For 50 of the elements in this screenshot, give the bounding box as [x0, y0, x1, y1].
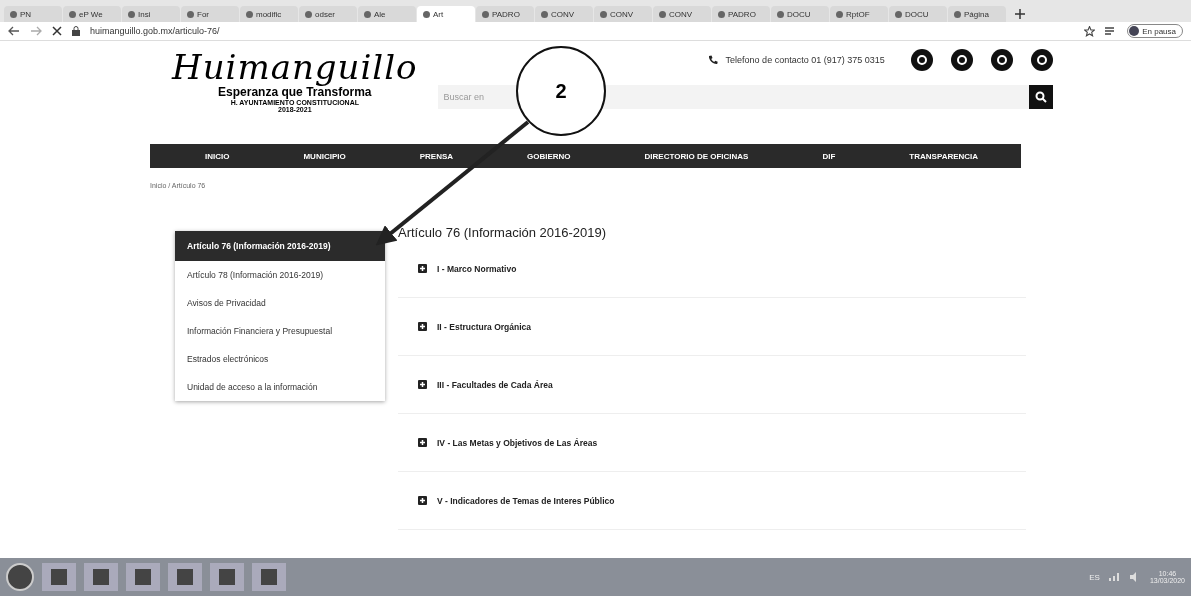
- start-button[interactable]: [6, 563, 34, 591]
- sidebar-item[interactable]: Artículo 78 (Información 2016-2019): [175, 261, 385, 289]
- new-tab-icon[interactable]: [1015, 9, 1025, 19]
- browser-tab[interactable]: RptOF: [830, 6, 888, 22]
- browser-tab[interactable]: Página: [948, 6, 1006, 22]
- browser-tab[interactable]: Ale: [358, 6, 416, 22]
- sidebar-item[interactable]: Estrados electrónicos: [175, 345, 385, 373]
- browser-tab[interactable]: PN: [4, 6, 62, 22]
- page-title: Artículo 76 (Información 2016-2019): [398, 225, 608, 240]
- browser-tab[interactable]: odser: [299, 6, 357, 22]
- sidebar-item[interactable]: Artículo 76 (Información 2016-2019): [175, 231, 385, 261]
- search-icon: [1034, 91, 1047, 103]
- browser-tab[interactable]: CONV: [653, 6, 711, 22]
- lock-icon: [72, 26, 80, 36]
- nav-link[interactable]: TRANSPARENCIA: [909, 151, 979, 161]
- back-icon[interactable]: [8, 26, 20, 36]
- sidebar-item[interactable]: Información Financiera y Presupuestal: [175, 317, 385, 345]
- accordion-item[interactable]: II - Estructura Orgánica: [398, 298, 1026, 356]
- browser-tab[interactable]: DOCU: [889, 6, 947, 22]
- nav-link[interactable]: MUNICIPIO: [303, 151, 346, 161]
- logo-slogan: Esperanza que Transforma: [218, 85, 372, 99]
- browser-tab[interactable]: CONV: [594, 6, 652, 22]
- nav-link[interactable]: PRENSA: [419, 151, 454, 161]
- browser-tab[interactable]: eP We: [63, 6, 121, 22]
- browser-tab[interactable]: For: [181, 6, 239, 22]
- phone-icon: [707, 55, 718, 65]
- browser-tab[interactable]: modific: [240, 6, 298, 22]
- nav-link[interactable]: INICIO: [205, 151, 230, 161]
- browser-tab[interactable]: Art: [417, 6, 475, 22]
- accordion-item[interactable]: I - Marco Normativo: [398, 240, 1026, 298]
- nav-link[interactable]: DIRECTORIO DE OFICINAS: [644, 151, 749, 161]
- browser-tab[interactable]: DOCU: [771, 6, 829, 22]
- search-button[interactable]: [1028, 85, 1053, 109]
- phone-text: Telefono de contacto 01 (917) 375 0315: [725, 55, 885, 65]
- nav-link[interactable]: DIF: [822, 151, 836, 161]
- address-field[interactable]: huimanguillo.gob.mx/articulo-76/: [90, 26, 220, 36]
- accordion-item[interactable]: III - Facultades de Cada Área: [398, 356, 1026, 414]
- browser-tab[interactable]: PADRO: [712, 6, 770, 22]
- browser-tab[interactable]: CONV: [535, 6, 593, 22]
- close-icon[interactable]: [52, 26, 62, 36]
- accordion-item[interactable]: V - Indicadores de Temas de Interes Público: [398, 472, 1026, 530]
- sidebar-item[interactable]: Avisos de Privacidad: [175, 289, 385, 317]
- callout-overlay: 2: [516, 46, 606, 136]
- browser-tab[interactable]: Insi: [122, 6, 180, 22]
- star-icon[interactable]: [1084, 25, 1096, 37]
- logo-script: Huimanguillo: [172, 49, 418, 85]
- accordion-item[interactable]: IV - Las Metas y Objetivos de Las Áreas: [398, 414, 1026, 472]
- sidebar-item[interactable]: Unidad de acceso a la información: [175, 373, 385, 401]
- browser-tab[interactable]: PADRO: [476, 6, 534, 22]
- nav-link[interactable]: GOBIERNO: [527, 151, 571, 161]
